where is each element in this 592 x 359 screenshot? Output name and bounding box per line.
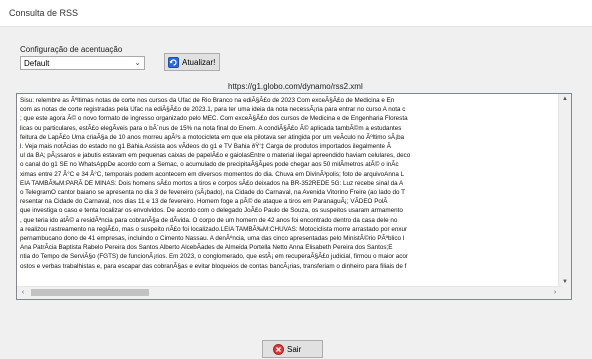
feed-text-line: Sisu: relembre as Ãºltimas notas de cort… — [20, 97, 395, 104]
scrollbar-corner — [559, 287, 571, 299]
horizontal-scrollbar[interactable]: ‹ › — [17, 286, 561, 299]
refresh-feed-icon — [168, 57, 179, 68]
feed-text-line: o TelegramO cantor baiano se apresenta n… — [20, 189, 405, 197]
feed-text-area[interactable]: Sisu: relembre as Ãºltimas notas de cort… — [16, 93, 572, 300]
exit-icon — [273, 344, 284, 355]
exit-button-label: Sair — [287, 345, 302, 354]
feed-text-line: Ana PatrÃ­cia Baptista Rabelo Pereira do… — [20, 244, 393, 252]
feed-text-content: Sisu: relembre as Ãºltimas notas de cort… — [20, 96, 560, 281]
update-button-label: Atualizar! — [182, 58, 216, 67]
encoding-select-value: Default — [24, 59, 50, 68]
feed-text-line: o canal do g1 SE no WhatsAppDe acordo co… — [20, 161, 399, 169]
feed-text-line: ul da BA; pÃ¡ssaros e jabutis estavam em… — [20, 152, 411, 160]
feed-text-line: feitura de LapÃ£o Uma criaÃ§a de 10 anos… — [20, 133, 405, 141]
exit-button[interactable]: Sair — [262, 340, 323, 358]
feed-text-line: resentar na Cidade do Carnaval, nos dias… — [20, 198, 388, 206]
title-bar: Consulta de RSS — [0, 0, 592, 27]
encoding-select[interactable]: Default ⌄ — [20, 56, 145, 70]
scroll-up-icon[interactable]: ▲ — [559, 94, 571, 104]
window-title: Consulta de RSS — [9, 8, 79, 18]
horizontal-scroll-thumb[interactable] — [31, 289, 149, 296]
feed-text-line: que investiga o caso e tenta localizar o… — [20, 207, 403, 215]
feed-text-line: EIA TAMBÃ‰M:PARÃ DE MINAS: Dois homens s… — [20, 179, 404, 187]
feed-text-line: , que teria ido atÃ© a residÃªncia para … — [20, 216, 398, 224]
feed-text-line: licas ou particulares, estÃ£o elegÃ­veis… — [20, 124, 402, 132]
feed-text-line: ostos e verbas trabalhistas e, para esca… — [20, 262, 407, 270]
feed-text-line: ; que este agora Ã© o novo formato de in… — [20, 115, 408, 123]
feed-text-line: l. Veja mais notÃ­cias do estado no g1 B… — [20, 143, 391, 151]
feed-text-line: a realizou rastreamento na regiÃ£o, mas … — [20, 225, 408, 233]
update-button[interactable]: Atualizar! — [164, 53, 220, 71]
encoding-config-label: Configuração de acentuação — [20, 45, 123, 54]
vertical-scrollbar[interactable]: ▲ ▼ — [558, 94, 571, 287]
feed-text-line: ntia do Tempo de ServiÃ§o (FGTS) de func… — [20, 253, 409, 261]
feed-text-line: ximas entre 27 Â°C e 34 Â°C, temporais p… — [20, 170, 405, 178]
feed-text-line: pernambucano dono de 41 empresas, inclui… — [20, 235, 405, 243]
feed-text-line: com as notas de corte registradas pela U… — [20, 106, 406, 114]
chevron-down-icon: ⌄ — [134, 58, 141, 67]
scroll-left-icon[interactable]: ‹ — [17, 287, 29, 299]
feed-url: https://g1.globo.com/dynamo/rss2.xml — [228, 82, 363, 91]
